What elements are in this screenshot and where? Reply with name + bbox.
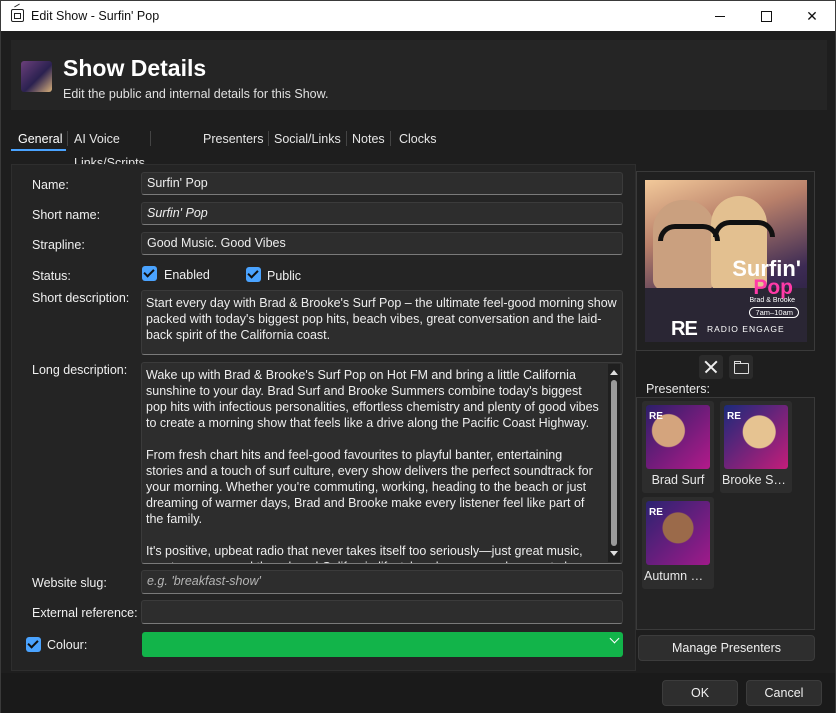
page-subtitle: Edit the public and internal details for… <box>63 87 329 101</box>
presenter-card[interactable]: RE Autumn Rose <box>642 497 714 589</box>
show-artwork-frame: Surfin' Pop Brad & Brooke 7am–10am RE RA… <box>636 171 815 351</box>
enabled-checkbox[interactable] <box>142 266 157 281</box>
status-label: Status: <box>32 269 71 283</box>
tab-presenters[interactable]: Presenters <box>203 127 270 151</box>
edit-show-window: Edit Show - Surfin' Pop ✕ Show Details E… <box>0 0 836 713</box>
name-label: Name: <box>32 178 69 192</box>
long-description-field[interactable]: Wake up with Brad & Brooke's Surf Pop on… <box>141 362 623 564</box>
presenter-card[interactable]: RE Brooke Summers <box>720 401 792 493</box>
artwork-time: 7am–10am <box>749 307 799 318</box>
tab-notes[interactable]: Notes <box>352 127 391 151</box>
tab-clocks[interactable]: Clocks <box>399 127 437 151</box>
presenter-avatar: RE <box>724 405 788 469</box>
presenter-name: Autumn Rose <box>644 569 712 583</box>
tab-ai-voice-links-scripts[interactable]: AI Voice Links/Scripts <box>74 127 151 170</box>
public-checkbox[interactable] <box>246 267 261 282</box>
strapline-label: Strapline: <box>32 238 85 252</box>
presenters-label: Presenters: <box>646 382 710 396</box>
colour-picker[interactable] <box>142 632 623 657</box>
presenter-card[interactable]: RE Brad Surf <box>642 401 714 493</box>
external-reference-field[interactable] <box>141 600 623 624</box>
colour-label: Colour: <box>47 638 88 652</box>
short-name-label: Short name: <box>32 208 101 222</box>
presenter-logo: RE <box>727 411 741 422</box>
scroll-up-arrow[interactable] <box>610 370 618 375</box>
presenter-logo: RE <box>649 507 663 518</box>
ok-button[interactable]: OK <box>662 680 738 706</box>
radio-icon <box>11 9 24 22</box>
long-description-label: Long description: <box>32 363 128 377</box>
strapline-field[interactable]: Good Music. Good Vibes <box>141 232 623 255</box>
presenter-avatar: RE <box>646 405 710 469</box>
maximize-button[interactable] <box>743 1 789 31</box>
name-field[interactable]: Surfin' Pop <box>141 172 623 195</box>
scroll-down-arrow[interactable] <box>610 551 618 556</box>
enabled-label: Enabled <box>164 268 210 282</box>
artwork-logo: RE <box>671 318 698 340</box>
external-reference-label: External reference: <box>32 606 138 620</box>
show-artwork[interactable]: Surfin' Pop Brad & Brooke 7am–10am RE RA… <box>645 180 807 342</box>
clear-image-icon[interactable] <box>699 355 723 379</box>
short-name-field[interactable]: Surfin' Pop <box>141 202 623 225</box>
window-title: Edit Show - Surfin' Pop <box>31 9 160 23</box>
tab-social-links[interactable]: Social/Links <box>274 127 347 151</box>
cancel-button[interactable]: Cancel <box>746 680 822 706</box>
artwork-brand: RADIO ENGAGE <box>707 324 785 334</box>
title-bar: Edit Show - Surfin' Pop ✕ <box>1 1 835 31</box>
active-tab-indicator <box>11 149 66 151</box>
short-description-field[interactable]: Start every day with Brad & Brooke's Sur… <box>141 290 623 355</box>
headphones-icon <box>713 220 775 237</box>
website-slug-field[interactable]: e.g. 'breakfast-show' <box>141 570 623 594</box>
presenter-logo: RE <box>649 411 663 422</box>
public-label: Public <box>267 269 302 283</box>
website-slug-label: Website slug: <box>32 576 107 590</box>
presenter-name: Brooke Summers <box>722 473 790 487</box>
show-details-header: Show Details Edit the public and interna… <box>11 40 827 110</box>
close-window-button[interactable]: ✕ <box>789 1 835 31</box>
scroll-thumb[interactable] <box>611 380 617 546</box>
artwork-subtitle: Brad & Brooke <box>749 297 795 304</box>
headphones-icon <box>658 224 720 241</box>
chevron-down-icon <box>609 633 620 644</box>
presenter-name: Brad Surf <box>651 473 705 487</box>
page-title: Show Details <box>63 55 207 81</box>
long-description-scrollbar[interactable] <box>608 364 620 562</box>
show-thumbnail <box>21 61 52 92</box>
artwork-presenter-brad <box>653 200 715 290</box>
short-description-label: Short description: <box>32 291 130 305</box>
presenter-avatar: RE <box>646 501 710 565</box>
open-folder-icon[interactable] <box>729 355 753 379</box>
minimize-button[interactable] <box>697 1 743 31</box>
manage-presenters-button[interactable]: Manage Presenters <box>638 635 815 661</box>
colour-checkbox[interactable] <box>26 637 41 652</box>
tab-general[interactable]: General <box>18 127 70 151</box>
